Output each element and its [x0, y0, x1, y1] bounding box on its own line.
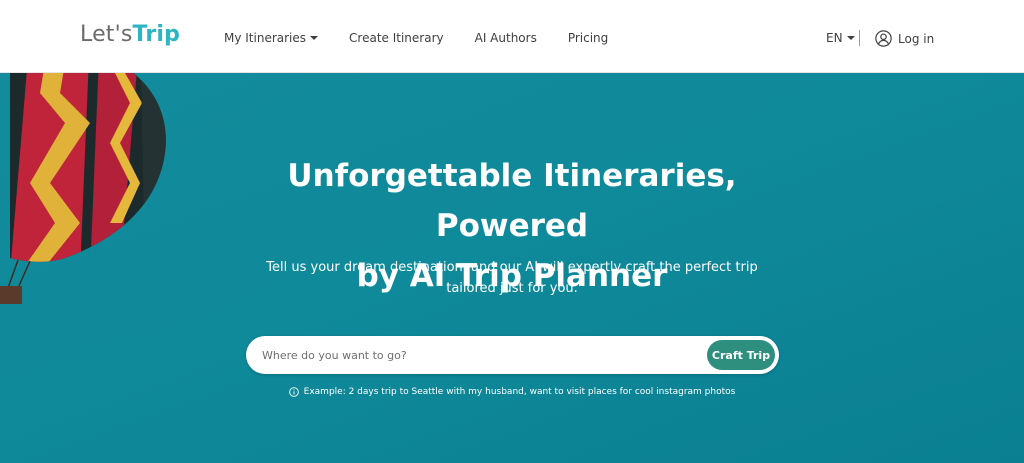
nav-pricing[interactable]: Pricing [568, 31, 608, 45]
hot-air-balloon-image [0, 73, 166, 304]
nav-ai-authors-label: AI Authors [474, 31, 537, 45]
language-label: EN [826, 31, 843, 45]
nav-my-itineraries[interactable]: My Itineraries [224, 31, 319, 45]
login-button[interactable]: Log in [875, 30, 934, 47]
caret-down-icon [310, 36, 319, 40]
craft-trip-button[interactable]: Craft Trip [707, 340, 775, 370]
search-bar: Craft Trip [246, 336, 779, 374]
logo-trip: Trip [132, 22, 181, 47]
login-label: Log in [898, 31, 935, 46]
nav-create-itinerary[interactable]: Create Itinerary [349, 31, 444, 45]
user-circle-icon [875, 30, 892, 47]
hero-subtitle-line2: tailored just for you. [446, 281, 578, 296]
nav-pricing-label: Pricing [567, 31, 609, 45]
top-navbar: Let'sTrip My Itineraries Create Itinerar… [0, 0, 1024, 73]
nav-my-itineraries-label: My Itineraries [224, 31, 307, 45]
destination-search-input[interactable] [262, 336, 702, 374]
hero-subtitle: Tell us your dream destination, and our … [232, 257, 792, 299]
example-text: Example: 2 days trip to Seattle with my … [303, 387, 736, 397]
hero-section: Unforgettable Itineraries, Powered by AI… [0, 73, 1024, 463]
nav-create-itinerary-label: Create Itinerary [349, 31, 444, 45]
logo-lets: Let's [80, 22, 133, 47]
nav-ai-authors[interactable]: AI Authors [475, 31, 537, 45]
caret-down-icon [846, 36, 855, 40]
hero-title-line1: Unforgettable Itineraries, Powered [287, 158, 737, 244]
main-nav: My Itineraries Create Itinerary AI Autho… [224, 31, 639, 45]
info-icon [288, 387, 299, 397]
hero-subtitle-line1: Tell us your dream destination, and our … [266, 260, 758, 275]
header-divider [859, 30, 860, 46]
example-hint: Example: 2 days trip to Seattle with my … [262, 387, 762, 397]
logo[interactable]: Let'sTrip [80, 22, 180, 47]
language-selector[interactable]: EN [826, 31, 855, 45]
